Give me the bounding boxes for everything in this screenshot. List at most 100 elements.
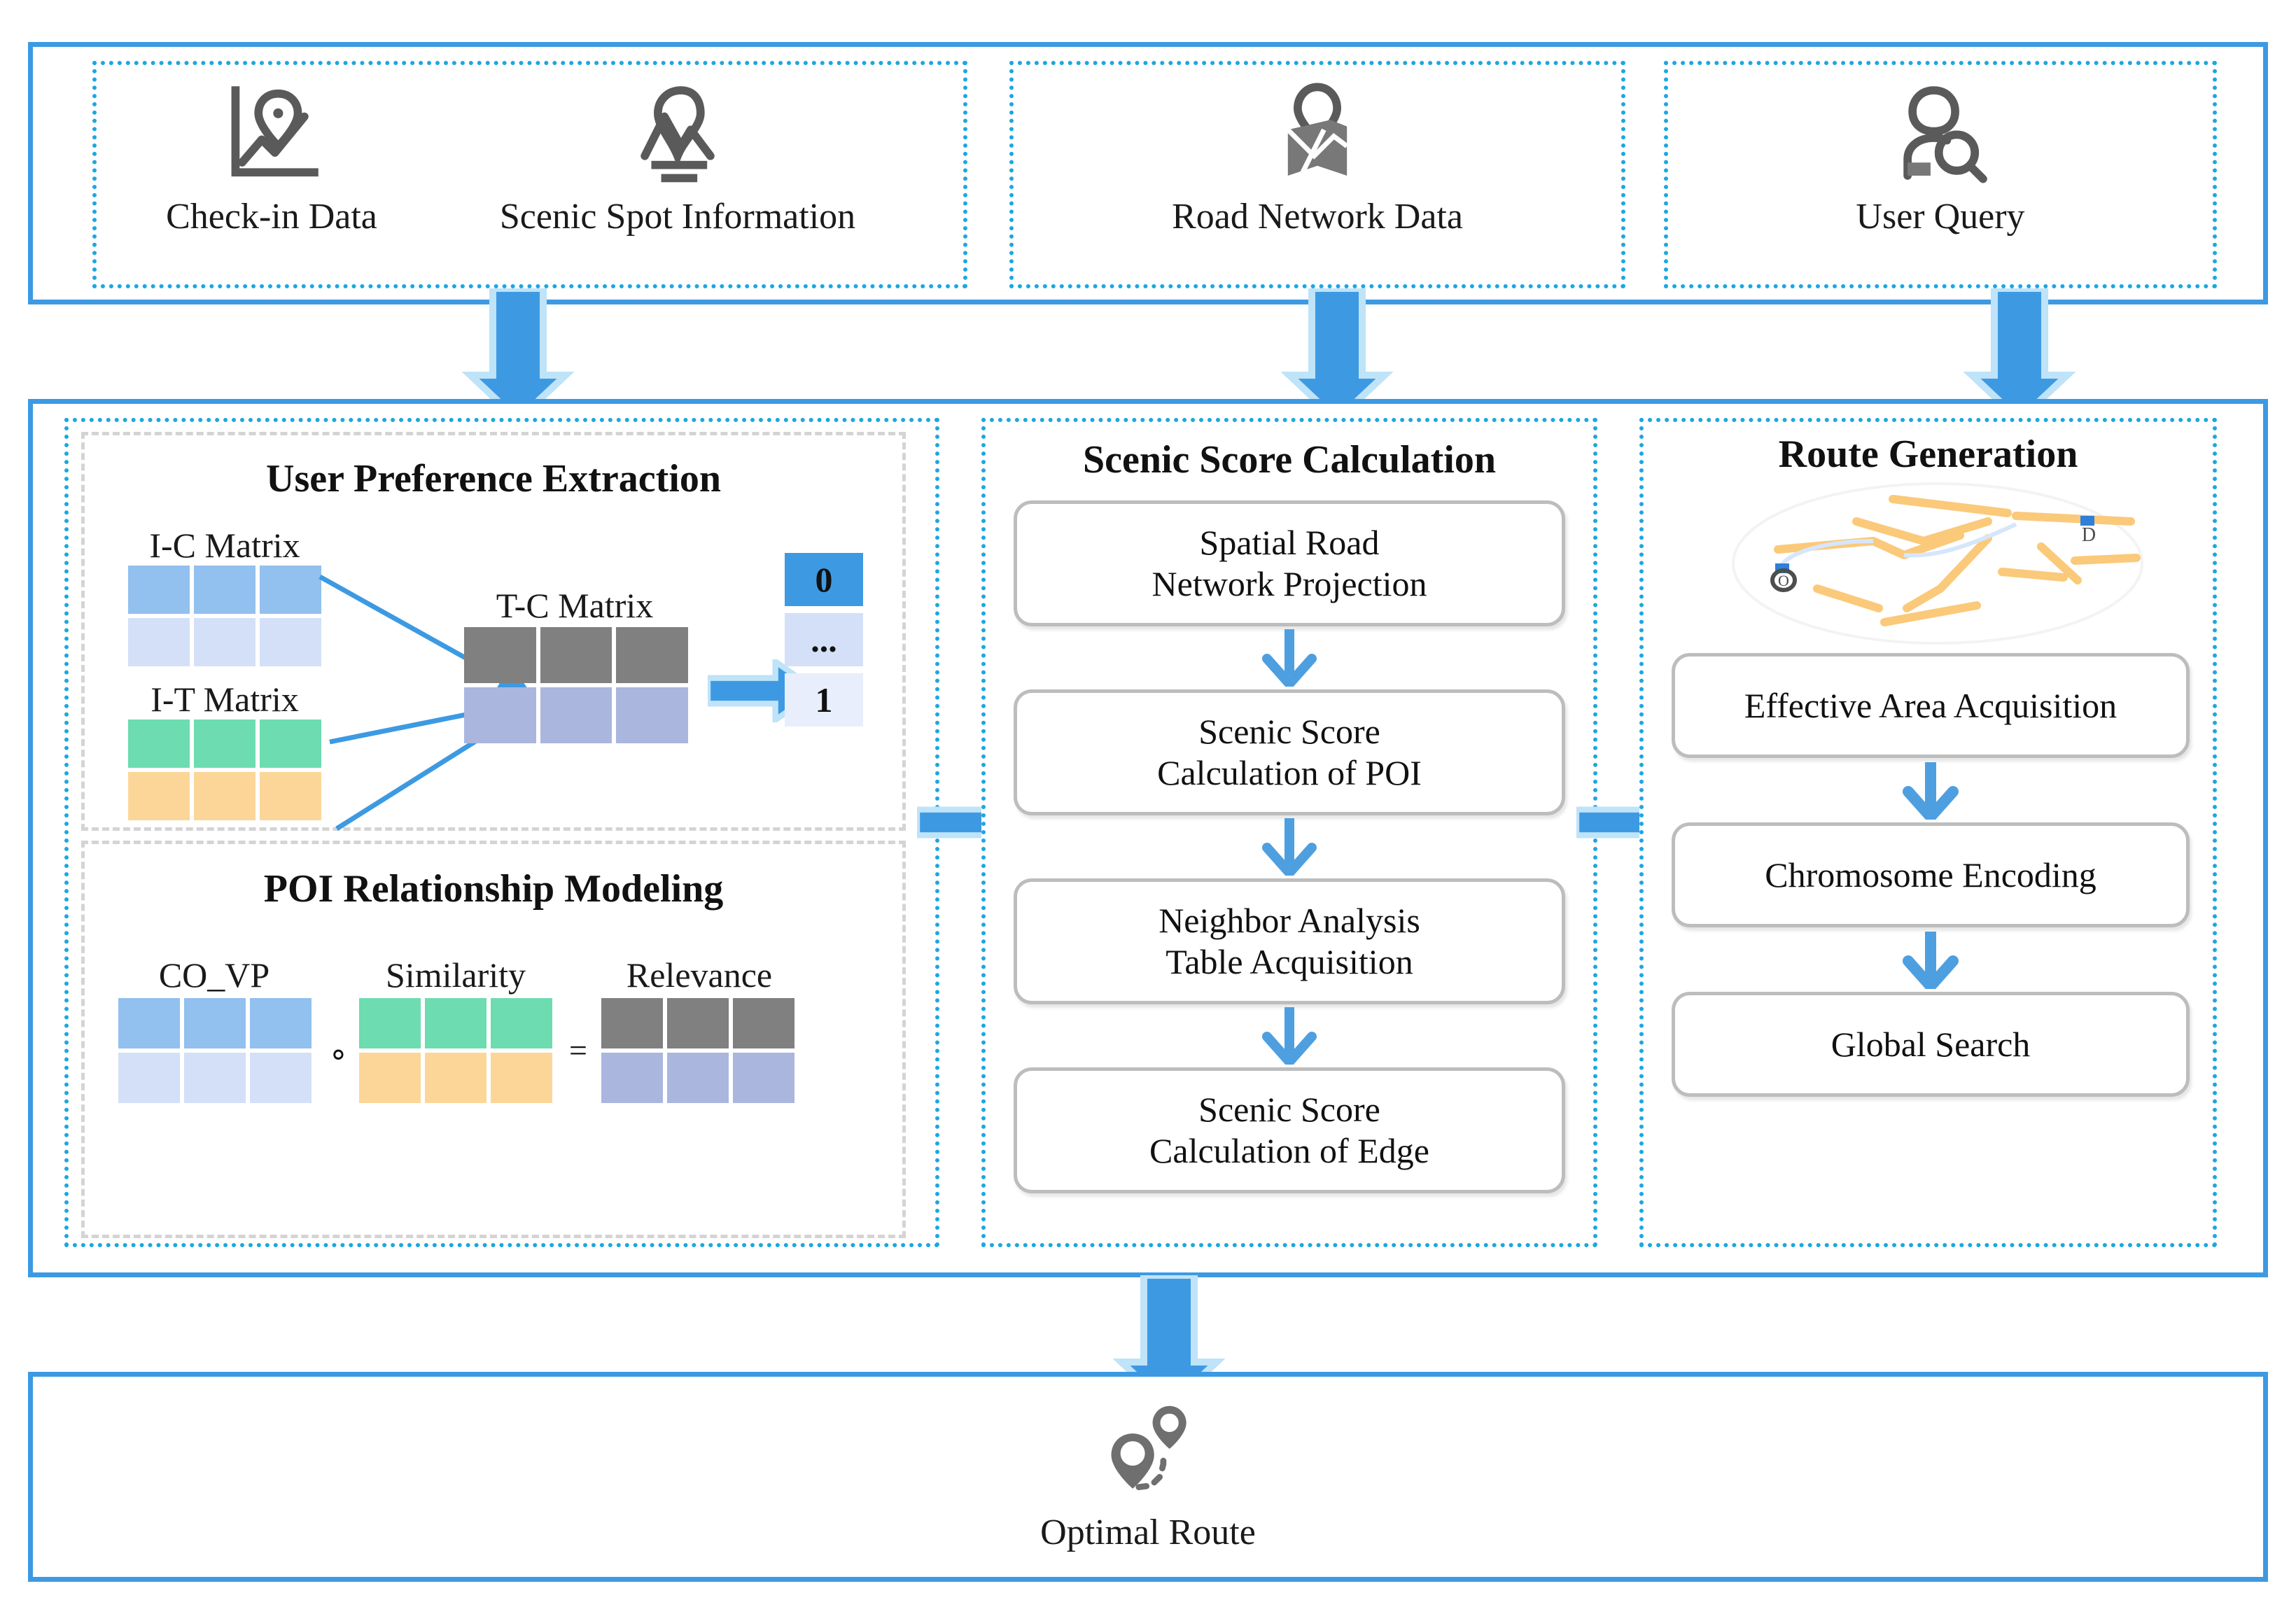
co-vp-label: CO_VP [113, 955, 316, 995]
relevance-matrix-cell [667, 1053, 729, 1103]
step-label: Spatial Road Network Projection [1152, 522, 1427, 605]
step-label: Effective Area Acquisition [1744, 685, 2117, 727]
step-label: Chromosome Encoding [1765, 855, 2096, 896]
relevance-matrix-cell [733, 1053, 794, 1103]
tc-matrix-cell [464, 687, 536, 743]
ic-matrix-cell [260, 618, 321, 666]
step-label: Scenic Score Calculation of Edge [1149, 1089, 1429, 1172]
ic-matrix-label: I-C Matrix [127, 525, 323, 566]
relevance-matrix-cell [733, 998, 794, 1048]
relevance-matrix-cell [601, 1053, 663, 1103]
similarity-label: Similarity [351, 955, 561, 995]
similarity-matrix-cell [491, 1053, 552, 1103]
data-sources-band: Check-in Data Scenic Spot Information [28, 42, 2268, 304]
step-global-search[interactable]: Global Search [1672, 992, 2190, 1097]
user-search-icon [1888, 80, 1993, 185]
output-label-optimal-route: Optimal Route [1040, 1513, 1256, 1552]
source-panel-checkin-scenic: Check-in Data Scenic Spot Information [92, 61, 967, 288]
arrow-step3-to-step4 [1260, 1007, 1319, 1065]
ic-matrix-cell [194, 566, 255, 614]
similarity-matrix-cell [359, 998, 421, 1048]
user-preference-extraction-subpanel: User Preference Extraction I-C Matrix I-… [81, 432, 906, 831]
similarity-matrix [359, 998, 552, 1103]
source-label-check-in-data: Check-in Data [166, 197, 377, 237]
it-matrix-cell [128, 720, 190, 768]
source-tile-check-in-data[interactable]: Check-in Data [132, 80, 412, 237]
similarity-matrix-cell [425, 998, 486, 1048]
minimap-destination-label: D [2082, 524, 2096, 546]
it-matrix-cell [260, 772, 321, 820]
source-label-road-network-data: Road Network Data [1172, 197, 1463, 237]
source-tile-road-network-data[interactable]: Road Network Data [1014, 80, 1621, 237]
route-generation-title: Route Generation [1644, 432, 2213, 477]
step-label: Global Search [1831, 1024, 2031, 1065]
relevance-label: Relevance [594, 955, 804, 995]
tc-matrix-cell [464, 627, 536, 683]
it-matrix-label: I-T Matrix [127, 679, 323, 720]
tc-matrix-cell [616, 687, 688, 743]
similarity-matrix-cell [425, 1053, 486, 1103]
it-matrix [128, 720, 321, 820]
output-band: Optimal Route [28, 1372, 2268, 1582]
tc-matrix [464, 627, 688, 743]
it-matrix-cell [128, 772, 190, 820]
it-matrix-cell [194, 772, 255, 820]
preference-vector-cell: 0 [785, 553, 863, 606]
preference-and-poi-panel: User Preference Extraction I-C Matrix I-… [64, 418, 939, 1247]
co-vp-matrix-cell [250, 998, 312, 1048]
processing-band: User Preference Extraction I-C Matrix I-… [28, 399, 2268, 1277]
it-matrix-cell [194, 720, 255, 768]
tc-matrix-label: T-C Matrix [456, 585, 694, 626]
arrow-chromosome-to-global-search [1901, 932, 1960, 989]
tc-matrix-cell [540, 687, 612, 743]
preference-vector-cell: 1 [785, 673, 863, 727]
preference-vector-column: 0...1 [785, 553, 863, 727]
co-vp-matrix-cell [184, 998, 246, 1048]
co-vp-matrix [118, 998, 312, 1103]
co-vp-matrix-cell [250, 1053, 312, 1103]
arrow-step2-to-step3 [1260, 818, 1319, 876]
poi-relationship-modeling-subpanel: POI Relationship Modeling CO_VP ∘ Simila… [81, 841, 906, 1238]
co-vp-matrix-cell [118, 1053, 180, 1103]
road-map-pin-icon [1265, 80, 1370, 185]
similarity-matrix-cell [491, 998, 552, 1048]
hadamard-operator: ∘ [328, 1034, 349, 1072]
step-label: Scenic Score Calculation of POI [1157, 711, 1422, 794]
source-label-user-query: User Query [1856, 197, 2024, 237]
similarity-matrix-cell [359, 1053, 421, 1103]
source-tile-user-query[interactable]: User Query [1668, 80, 2213, 237]
arrow-step1-to-step2 [1260, 629, 1319, 687]
ic-matrix-cell [194, 618, 255, 666]
relevance-matrix-cell [601, 998, 663, 1048]
checkin-chart-pin-icon [219, 80, 324, 185]
ic-matrix-cell [128, 566, 190, 614]
step-label: Neighbor Analysis Table Acquisition [1158, 900, 1420, 983]
relevance-matrix-cell [667, 998, 729, 1048]
route-minimap-icon: O D [1728, 479, 2148, 647]
route-pins-icon [1099, 1396, 1197, 1501]
source-panel-user-query: User Query [1664, 61, 2217, 288]
scenic-score-calculation-title: Scenic Score Calculation [986, 437, 1593, 482]
step-scenic-score-calculation-of-edge[interactable]: Scenic Score Calculation of Edge [1014, 1067, 1565, 1193]
step-neighbor-analysis-table-acquisition[interactable]: Neighbor Analysis Table Acquisition [1014, 878, 1565, 1004]
co-vp-matrix-cell [118, 998, 180, 1048]
step-chromosome-encoding[interactable]: Chromosome Encoding [1672, 822, 2190, 927]
arrow-effective-area-to-chromosome [1901, 762, 1960, 820]
step-effective-area-acquisition[interactable]: Effective Area Acquisition [1672, 653, 2190, 758]
ic-matrix-cell [128, 618, 190, 666]
output-tile-optimal-route[interactable]: Optimal Route [33, 1396, 2263, 1552]
step-spatial-road-network-projection[interactable]: Spatial Road Network Projection [1014, 500, 1565, 626]
source-panel-road-network: Road Network Data [1009, 61, 1625, 288]
equals-operator: = [569, 1032, 587, 1069]
user-preference-extraction-title: User Preference Extraction [85, 456, 902, 501]
mountain-pin-icon [625, 80, 730, 185]
co-vp-matrix-cell [184, 1053, 246, 1103]
tc-matrix-cell [540, 627, 612, 683]
step-scenic-score-calculation-of-poi[interactable]: Scenic Score Calculation of POI [1014, 689, 1565, 815]
relevance-matrix [601, 998, 794, 1103]
ic-matrix [128, 566, 321, 666]
source-tile-scenic-spot-information[interactable]: Scenic Spot Information [433, 80, 923, 237]
minimap-origin-label: O [1778, 572, 1789, 589]
poi-relationship-modeling-title: POI Relationship Modeling [85, 866, 902, 911]
scenic-score-calculation-panel: Scenic Score Calculation Spatial Road Ne… [981, 418, 1597, 1247]
